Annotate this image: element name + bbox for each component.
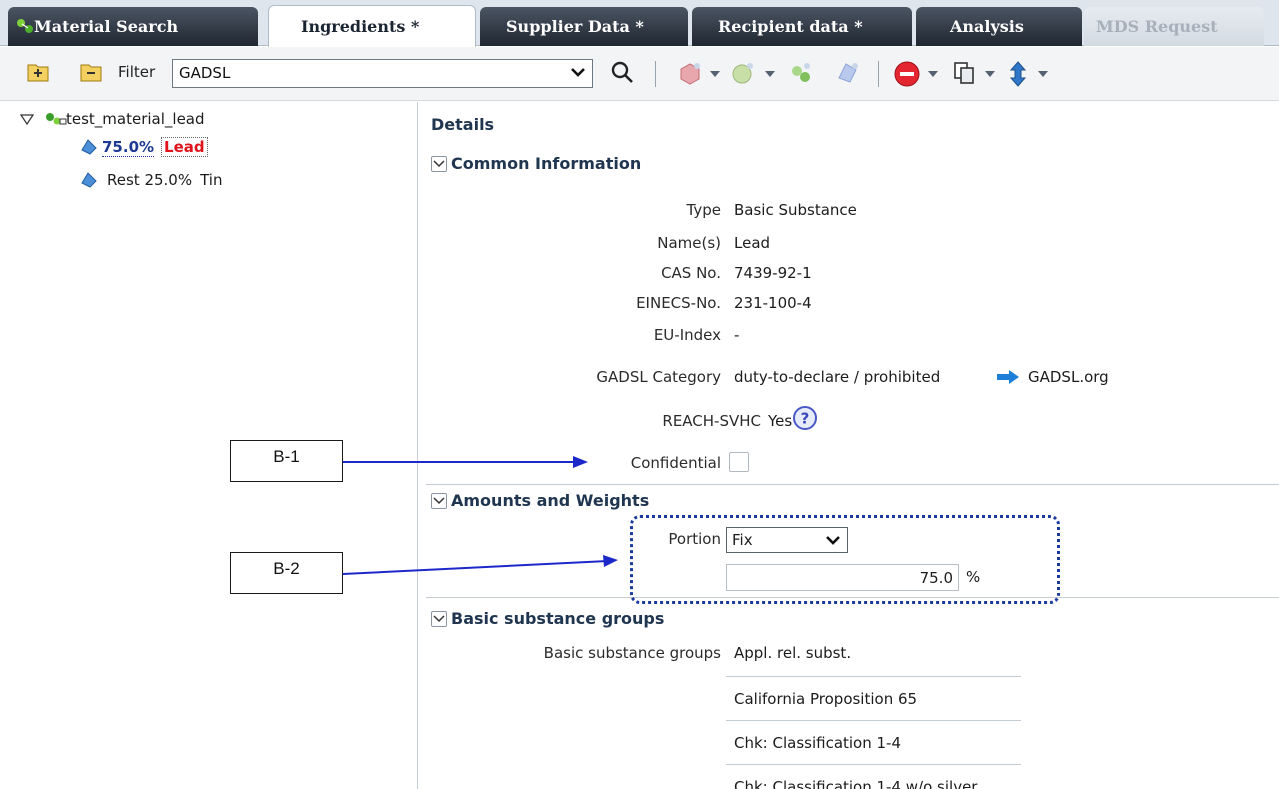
- tree-item-tin[interactable]: Rest 25.0% Tin: [80, 171, 222, 189]
- tab-label: MDS Request: [1096, 17, 1218, 36]
- copy-icon[interactable]: [952, 60, 976, 86]
- chevron-down-icon[interactable]: [431, 155, 447, 172]
- chevron-down-icon: [571, 68, 585, 77]
- tab-label: Ingredients *: [301, 17, 420, 36]
- divider: [726, 720, 1021, 721]
- highlight-box: [630, 515, 1060, 604]
- cas-value: 7439-92-1: [734, 264, 812, 282]
- material-icon: [46, 113, 67, 125]
- help-icon[interactable]: ?: [792, 405, 818, 431]
- gadsl-label: GADSL Category: [596, 368, 721, 386]
- tab-label: Analysis: [950, 17, 1024, 36]
- chevron-down-icon[interactable]: [765, 71, 775, 77]
- gadsl-link-label: GADSL.org: [1028, 368, 1109, 386]
- tree-root-node[interactable]: test_material_lead: [20, 109, 205, 129]
- type-value: Basic Substance: [734, 201, 857, 219]
- euindex-value: -: [734, 326, 740, 344]
- euindex-label: EU-Index: [653, 326, 721, 344]
- delete-icon[interactable]: [893, 60, 921, 88]
- add-material-icon[interactable]: [788, 60, 814, 86]
- expand-all-icon[interactable]: [26, 60, 50, 84]
- tab-label: Recipient data *: [718, 17, 863, 36]
- group-item: Chk: Classification 1-4 w/o silver: [734, 778, 978, 789]
- tab-material-search[interactable]: Material Search: [8, 7, 258, 46]
- tree-root-label: test_material_lead: [66, 110, 205, 128]
- tree-item-percent: Rest 25.0%: [107, 171, 193, 189]
- arrowhead-b2: [603, 555, 618, 567]
- tab-supplier-data[interactable]: Supplier Data *: [480, 7, 688, 46]
- details-title: Details: [431, 115, 495, 134]
- divider: [426, 484, 1279, 485]
- move-updown-icon[interactable]: [1008, 60, 1028, 88]
- chevron-down-icon[interactable]: [431, 492, 447, 509]
- reach-value: Yes: [768, 412, 793, 430]
- section-basic-substance-groups[interactable]: Basic substance groups: [431, 609, 664, 628]
- svg-text:?: ?: [801, 410, 810, 428]
- tab-analysis[interactable]: Analysis: [916, 7, 1082, 46]
- arrow-right-icon: [997, 370, 1019, 384]
- tree-item-name: Lead: [161, 137, 208, 157]
- gadsl-link[interactable]: GADSL.org: [996, 368, 1109, 386]
- tab-ingredients[interactable]: Ingredients *: [268, 5, 476, 47]
- section-amounts-and-weights[interactable]: Amounts and Weights: [431, 491, 649, 510]
- chevron-down-icon[interactable]: [431, 610, 447, 627]
- reach-label: REACH-SVHC: [662, 412, 761, 430]
- toolbar-separator: [878, 61, 879, 87]
- add-semi-component-icon[interactable]: [730, 60, 756, 86]
- tree-item-percent: 75.0%: [102, 137, 155, 157]
- collapse-triangle-icon[interactable]: [20, 112, 34, 126]
- chevron-down-icon[interactable]: [710, 71, 720, 77]
- arrowhead-b1: [573, 456, 588, 468]
- group-item: Chk: Classification 1-4: [734, 734, 902, 752]
- tab-mds-request: MDS Request: [1084, 7, 1264, 46]
- toolbar-separator: [655, 61, 656, 87]
- chevron-down-icon[interactable]: [1038, 71, 1048, 77]
- callout-b2: B-2: [230, 552, 343, 594]
- cas-label: CAS No.: [661, 264, 721, 282]
- tree-item-name: Tin: [200, 171, 223, 189]
- section-common-information[interactable]: Common Information: [431, 154, 641, 173]
- add-component-icon[interactable]: [677, 60, 703, 86]
- search-icon[interactable]: [609, 59, 635, 85]
- molecule-icon: [17, 19, 33, 33]
- tab-strip: Material Search Ingredients * Supplier D…: [0, 0, 1279, 47]
- filter-value: GADSL: [179, 64, 231, 82]
- section-heading: Common Information: [451, 154, 642, 173]
- names-value: Lead: [734, 234, 771, 252]
- tab-label: Supplier Data *: [506, 17, 644, 36]
- tab-label: Material Search: [34, 17, 179, 36]
- filter-dropdown[interactable]: GADSL: [172, 59, 593, 88]
- gadsl-value: duty-to-declare / prohibited: [734, 368, 941, 386]
- substance-icon: [81, 139, 97, 155]
- einecs-label: EINECS-No.: [636, 294, 721, 312]
- chevron-down-icon[interactable]: [985, 71, 995, 77]
- confidential-checkbox[interactable]: [729, 452, 749, 472]
- filter-label: Filter: [118, 63, 156, 81]
- callout-b1: B-1: [230, 440, 343, 482]
- divider: [726, 676, 1021, 677]
- ingredients-tree: [0, 102, 418, 789]
- section-heading: Basic substance groups: [451, 609, 665, 628]
- section-heading: Amounts and Weights: [451, 491, 650, 510]
- names-label: Name(s): [657, 234, 721, 252]
- einecs-value: 231-100-4: [734, 294, 812, 312]
- type-label: Type: [686, 201, 721, 219]
- group-item: Appl. rel. subst.: [734, 644, 852, 662]
- collapse-all-icon[interactable]: [79, 60, 103, 84]
- confidential-label: Confidential: [630, 454, 721, 472]
- add-substance-icon[interactable]: [835, 60, 861, 86]
- toolbar: Filter GADSL: [0, 47, 1279, 101]
- chevron-down-icon[interactable]: [928, 71, 938, 77]
- tree-item-lead[interactable]: 75.0% Lead: [80, 137, 208, 157]
- divider: [726, 764, 1021, 765]
- groups-label: Basic substance groups: [543, 644, 721, 662]
- tab-recipient-data[interactable]: Recipient data *: [692, 7, 912, 46]
- substance-icon: [81, 172, 97, 188]
- group-item: California Proposition 65: [734, 690, 918, 708]
